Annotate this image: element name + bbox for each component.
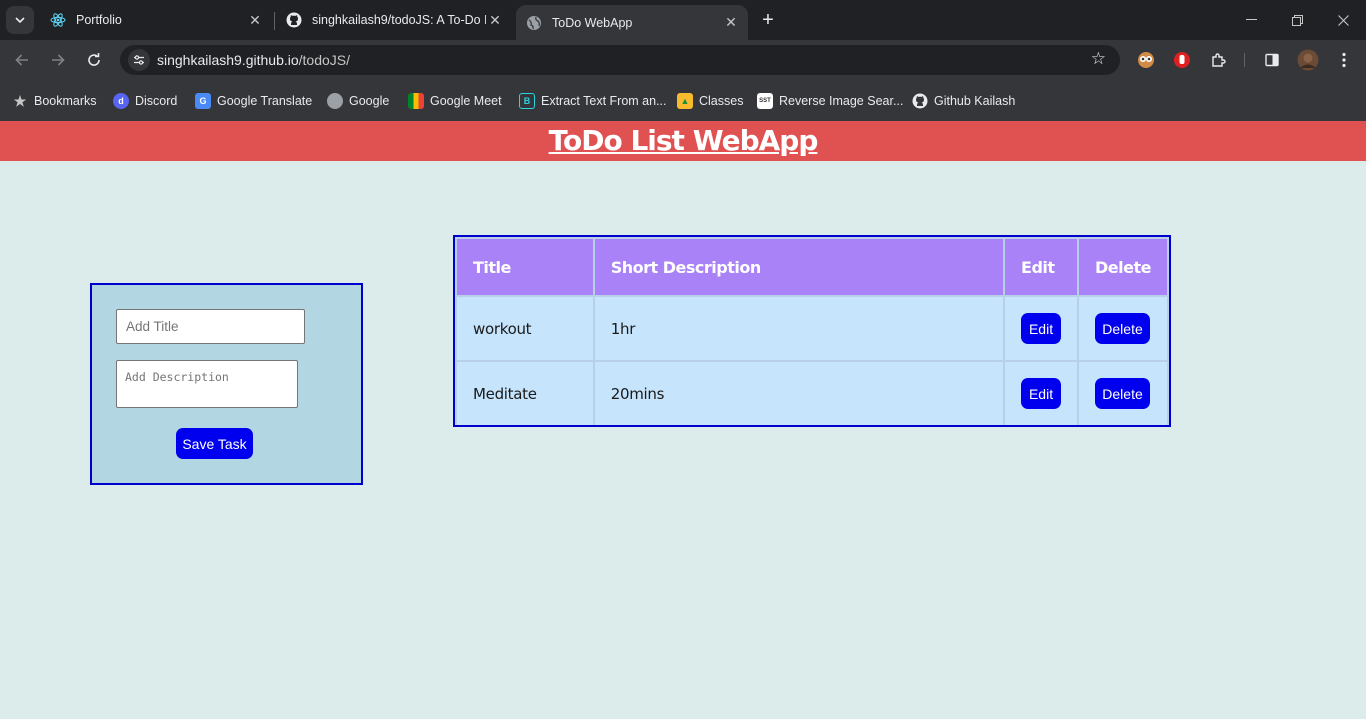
- description-input[interactable]: [116, 360, 298, 408]
- minimize-icon: [1245, 19, 1257, 20]
- react-icon: [50, 12, 66, 28]
- table-header-row: Title Short Description Edit Delete: [457, 239, 1167, 295]
- toolbar-divider: [1244, 53, 1245, 67]
- table-row: workout 1hr Edit Delete: [457, 297, 1167, 360]
- bookmark-label: Google: [349, 94, 390, 108]
- minimize-button[interactable]: [1228, 0, 1274, 40]
- task-description-cell: 1hr: [594, 297, 1004, 360]
- url-host: singhkailash9.github.io: [157, 52, 299, 68]
- table-row: Meditate 20mins Edit Delete: [457, 362, 1167, 425]
- task-title-cell: workout: [457, 297, 593, 360]
- tab-todo-webapp[interactable]: ToDo WebApp ✕: [516, 5, 748, 40]
- tab-separator: [274, 12, 275, 30]
- site-settings-icon[interactable]: [128, 49, 150, 71]
- bookmarks-bar: ★ Bookmarks d Discord G Google Translate…: [0, 80, 1366, 121]
- bookmark-google-translate[interactable]: G Google Translate: [195, 91, 312, 111]
- reload-button[interactable]: [82, 48, 106, 72]
- close-icon[interactable]: ✕: [486, 11, 504, 29]
- bookmark-classes[interactable]: ▲ Classes: [677, 91, 743, 111]
- restore-icon: [1291, 14, 1303, 26]
- restore-button[interactable]: [1274, 0, 1320, 40]
- title-input[interactable]: [116, 309, 305, 344]
- task-form: Save Task: [90, 283, 363, 485]
- page-content: ToDo List WebApp Save Task Title Short D…: [0, 121, 1366, 719]
- arrow-left-icon: [15, 54, 28, 66]
- extension-hand-icon[interactable]: [1172, 50, 1192, 70]
- bookmark-google-meet[interactable]: Google Meet: [408, 91, 502, 111]
- edit-button[interactable]: Edit: [1021, 313, 1062, 344]
- bookmark-label: Bookmarks: [34, 94, 97, 108]
- bookmark-star-icon[interactable]: ☆: [1091, 49, 1106, 69]
- browser-toolbar: singhkailash9.github.io/todoJS/ ☆: [0, 40, 1366, 80]
- more-menu-icon[interactable]: [1334, 50, 1354, 70]
- new-tab-button[interactable]: +: [756, 8, 780, 32]
- bookmark-reverse-image-search[interactable]: SST Reverse Image Sear...: [757, 91, 903, 111]
- page-title: ToDo List WebApp: [548, 124, 819, 157]
- bookmark-label: Classes: [699, 94, 744, 108]
- forward-button[interactable]: [46, 48, 70, 72]
- globe-icon: [327, 93, 343, 109]
- close-window-button[interactable]: [1320, 0, 1366, 40]
- github-icon: [912, 93, 928, 109]
- bookmark-extract-text[interactable]: B Extract Text From an...: [519, 91, 667, 111]
- delete-cell: Delete: [1079, 362, 1167, 425]
- tab-title: singhkailash9/todoJS: A To-Do L: [312, 13, 486, 27]
- extensions-puzzle-icon[interactable]: [1208, 50, 1228, 70]
- tab-search-button[interactable]: [6, 6, 34, 34]
- column-header-description: Short Description: [594, 239, 1004, 295]
- edit-cell: Edit: [1005, 297, 1078, 360]
- back-button[interactable]: [10, 48, 34, 72]
- classroom-icon: ▲: [677, 93, 693, 109]
- chevron-down-icon: [15, 17, 25, 23]
- url-path: /todoJS/: [298, 52, 351, 68]
- globe-icon: [526, 15, 542, 31]
- discord-icon: d: [113, 93, 129, 109]
- tab-portfolio[interactable]: Portfolio ✕: [40, 5, 272, 35]
- google-translate-icon: G: [195, 93, 211, 109]
- bookmark-bookmarks[interactable]: ★ Bookmarks: [12, 91, 97, 111]
- close-icon[interactable]: ✕: [722, 14, 740, 32]
- tasks-table: Title Short Description Edit Delete work…: [455, 237, 1169, 427]
- app-header: ToDo List WebApp: [0, 121, 1366, 161]
- tab-github-repo[interactable]: singhkailash9/todoJS: A To-Do L ✕: [276, 5, 512, 35]
- task-title-cell: Meditate: [457, 362, 593, 425]
- bookmark-github-kailash[interactable]: Github Kailash: [912, 91, 1015, 111]
- star-icon: ★: [13, 92, 27, 109]
- arrow-right-icon: [52, 54, 65, 66]
- sst-icon: SST: [757, 93, 773, 109]
- bookmark-label: Github Kailash: [934, 94, 1016, 108]
- profile-avatar[interactable]: [1297, 49, 1319, 71]
- task-description-cell: 20mins: [594, 362, 1004, 425]
- tab-title: Portfolio: [76, 13, 122, 27]
- bookmark-label: Discord: [135, 94, 178, 108]
- save-task-button[interactable]: Save Task: [176, 428, 253, 459]
- bookmark-label: Reverse Image Sear...: [779, 94, 904, 108]
- google-meet-icon: [408, 93, 424, 109]
- extension-owl-icon[interactable]: [1136, 50, 1156, 70]
- tasks-table-container: Title Short Description Edit Delete work…: [453, 235, 1171, 427]
- bookmark-label: Extract Text From an...: [541, 94, 667, 108]
- bookmark-discord[interactable]: d Discord: [113, 91, 177, 111]
- column-header-edit: Edit: [1005, 239, 1078, 295]
- bookmark-google[interactable]: Google: [327, 91, 389, 111]
- close-icon: [1337, 14, 1349, 26]
- delete-button[interactable]: Delete: [1095, 313, 1151, 344]
- tab-strip: Portfolio ✕ singhkailash9/todoJS: A To-D…: [0, 0, 1366, 40]
- github-icon: [286, 12, 302, 28]
- reload-icon: [88, 53, 100, 66]
- column-header-delete: Delete: [1079, 239, 1167, 295]
- delete-cell: Delete: [1079, 297, 1167, 360]
- close-icon[interactable]: ✕: [246, 11, 264, 29]
- url-text: singhkailash9.github.io/todoJS/: [157, 52, 350, 68]
- column-header-title: Title: [457, 239, 593, 295]
- edit-cell: Edit: [1005, 362, 1078, 425]
- bookmark-label: Google Meet: [430, 94, 502, 108]
- bookmark-label: Google Translate: [217, 94, 313, 108]
- tab-title: ToDo WebApp: [552, 15, 633, 30]
- side-panel-icon[interactable]: [1262, 50, 1282, 70]
- edit-button[interactable]: Edit: [1021, 378, 1062, 409]
- extract-text-icon: B: [519, 93, 535, 109]
- address-bar[interactable]: singhkailash9.github.io/todoJS/ ☆: [120, 45, 1120, 75]
- delete-button[interactable]: Delete: [1095, 378, 1151, 409]
